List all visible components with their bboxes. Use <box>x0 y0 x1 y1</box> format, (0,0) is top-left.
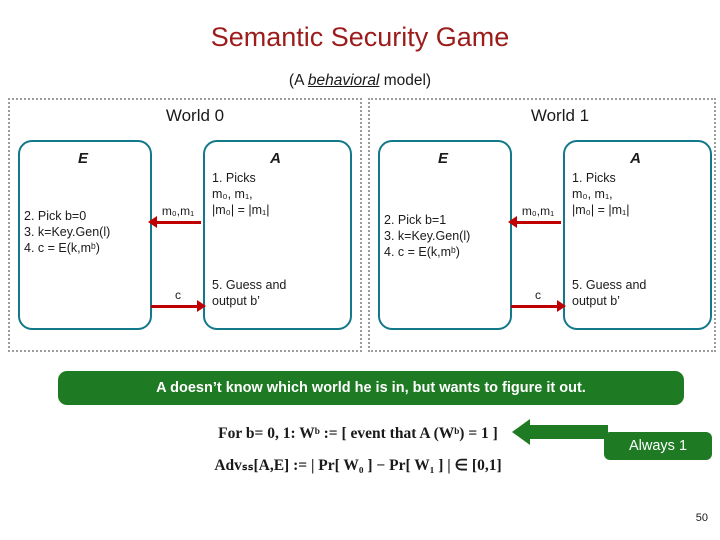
world-0-adversary-bottom-steps: 5. Guess and output b’ <box>212 277 342 309</box>
adversary-step: output b’ <box>212 294 260 308</box>
adversary-step: m₀, m₁, <box>572 187 613 201</box>
adversary-step: 1. Picks <box>572 171 616 185</box>
formula-line-2: Advₛₛ[A,E] := | Pr[ W₀ ] − Pr[ W₁ ] | ∈ … <box>214 457 502 474</box>
world-1-adversary-bottom-steps: 5. Guess and output b’ <box>572 277 702 309</box>
world-0-arrow-to-challenger-line <box>155 221 201 224</box>
subtitle-pre: (A <box>288 72 308 89</box>
world-1-message-top: m₀,m₁ <box>521 204 555 218</box>
callout-box: Always 1 <box>604 432 712 460</box>
summary-banner: A doesn’t know which world he is in, but… <box>58 371 684 405</box>
callout-arrow-shaft <box>528 425 608 439</box>
world-1-arrow-to-adversary-head <box>557 300 566 312</box>
page-title: Semantic Security Game <box>210 22 510 52</box>
adversary-step: |m₀| = |m₁| <box>572 203 630 217</box>
challenger-step: 4. c = E(k,mᵇ) <box>24 241 100 255</box>
world-0-message-bottom: c <box>175 288 181 302</box>
adversary-step: m₀, m₁, <box>212 187 253 201</box>
world-0-arrow-to-challenger-head <box>148 216 157 228</box>
callout-arrow-head <box>512 419 530 445</box>
adversary-step: |m₀| = |m₁| <box>212 203 270 217</box>
world-0-arrow-to-adversary-line <box>151 305 201 308</box>
world-1-challenger-steps: 2. Pick b=1 3. k=Key.Gen(l) 4. c = E(k,m… <box>384 212 512 260</box>
adversary-step: 5. Guess and <box>212 278 287 292</box>
world-1-arrow-to-adversary-line <box>511 305 561 308</box>
world-1-arrow-to-challenger-line <box>515 221 561 224</box>
challenger-step: 3. k=Key.Gen(l) <box>384 229 471 243</box>
world-0-challenger-letter: E <box>77 150 88 167</box>
world-1-challenger-letter: E <box>437 150 448 167</box>
world-1-label: World 1 <box>530 106 590 125</box>
world-1-arrow-to-challenger-head <box>508 216 517 228</box>
page-number: 50 <box>695 512 708 524</box>
world-0-adversary-letter: A <box>270 150 281 167</box>
callout-label: Always 1 <box>628 438 688 454</box>
world-1-message-bottom: c <box>535 288 541 302</box>
adversary-step: 5. Guess and <box>572 278 647 292</box>
challenger-step: 3. k=Key.Gen(l) <box>24 225 111 239</box>
world-1-adversary-top-steps: 1. Picks m₀, m₁, |m₀| = |m₁| <box>572 170 702 218</box>
subtitle-post: model) <box>379 72 432 89</box>
challenger-step: 2. Pick b=0 <box>24 209 87 223</box>
subtitle-emphasis: behavioral <box>307 72 380 89</box>
adversary-step: 1. Picks <box>212 171 256 185</box>
challenger-step: 4. c = E(k,mᵇ) <box>384 245 460 259</box>
world-0-message-top: m₀,m₁ <box>161 204 195 218</box>
page-subtitle: (A behavioral model) <box>0 72 720 90</box>
summary-banner-text: A doesn’t know which world he is in, but… <box>156 380 586 396</box>
world-0-adversary-top-steps: 1. Picks m₀, m₁, |m₀| = |m₁| <box>212 170 342 218</box>
world-1-adversary-letter: A <box>630 150 641 167</box>
world-0-label: World 0 <box>165 106 225 125</box>
world-0-challenger-steps: 2. Pick b=0 3. k=Key.Gen(l) 4. c = E(k,m… <box>24 208 152 256</box>
challenger-step: 2. Pick b=1 <box>384 213 447 227</box>
adversary-step: output b’ <box>572 294 620 308</box>
world-0-arrow-to-adversary-head <box>197 300 206 312</box>
